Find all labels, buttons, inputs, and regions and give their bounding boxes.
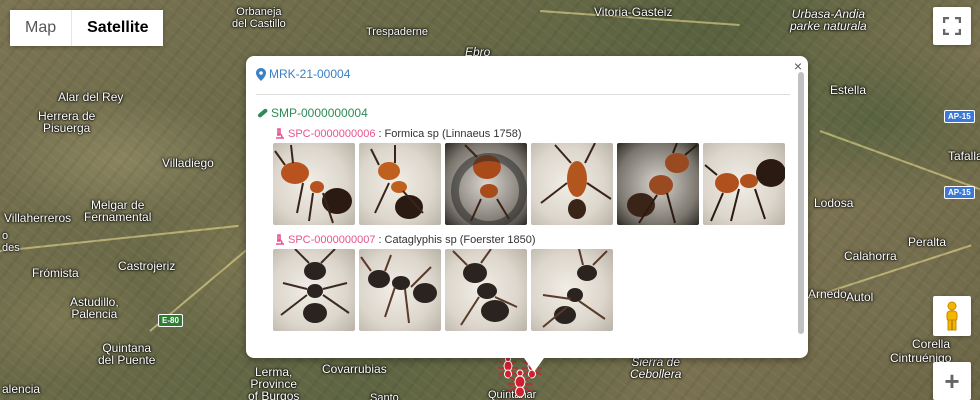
place-label: Astudillo, Palencia	[70, 295, 119, 321]
place-label: Vitoria-Gasteiz	[594, 5, 673, 19]
place-label: Estella	[830, 83, 867, 97]
place-label: Orbaneja del Castillo	[232, 6, 286, 30]
sample-code: SMP-0000000004	[271, 106, 368, 120]
place-label: Trespaderne	[366, 26, 428, 38]
photo-gallery	[273, 143, 794, 225]
specimen-separator: :	[378, 234, 382, 246]
specimen-entry: SPC-0000000007: Cataglyphis sp (Foerster…	[273, 233, 794, 331]
marker-link[interactable]: MRK-21-00004	[256, 66, 794, 82]
sample-link[interactable]: SMP-0000000004	[256, 105, 794, 121]
microscope-icon	[276, 128, 284, 139]
specimen-code-link[interactable]: SPC-0000000006	[288, 128, 375, 140]
place-label: Peralta	[908, 235, 947, 249]
place-label: Urbasa-Andia parke naturala	[790, 7, 867, 33]
highway-shield: AP-15	[944, 186, 975, 199]
scrollbar[interactable]	[798, 72, 804, 334]
specimen-photo-thumbnail[interactable]	[703, 143, 785, 225]
place-label: Arnedo	[808, 287, 847, 301]
test-tube-icon	[258, 108, 268, 118]
place-label: Lodosa	[814, 196, 854, 210]
place-label: Calahorra	[844, 249, 897, 263]
photo-gallery	[273, 249, 794, 331]
specimen-code-link[interactable]: SPC-0000000007	[288, 234, 375, 246]
place-label: Autol	[846, 290, 874, 304]
specimen-photo-thumbnail[interactable]	[445, 143, 527, 225]
specimen-separator: :	[378, 128, 382, 140]
map-pin-icon	[256, 67, 266, 81]
place-label: Villaherreros	[4, 211, 72, 225]
fullscreen-icon	[943, 17, 961, 35]
place-label: Santo	[370, 392, 399, 400]
place-label: Quintana del Puente	[98, 341, 156, 367]
specimen-photo-thumbnail[interactable]	[445, 249, 527, 331]
info-window: × MRK-21-00004 SMP-0000000004 SPC-000000…	[246, 56, 808, 372]
zoom-in-button[interactable]: +	[933, 362, 971, 400]
highway-shield: E-80	[158, 314, 183, 327]
microscope-icon	[276, 234, 284, 245]
place-label: Corella	[912, 337, 951, 351]
place-label: Melgar de Fernamental	[84, 198, 152, 224]
specimen-photo-thumbnail[interactable]	[273, 143, 355, 225]
specimen-photo-thumbnail[interactable]	[617, 143, 699, 225]
place-label: Covarrubias	[322, 362, 387, 376]
place-label: Villadiego	[162, 156, 214, 170]
place-label: o des	[2, 230, 20, 254]
map-type-control: Map Satellite	[10, 10, 164, 46]
specimen-photo-thumbnail[interactable]	[359, 249, 441, 331]
specimen-photo-thumbnail[interactable]	[273, 249, 355, 331]
place-label: Frómista	[32, 266, 79, 280]
specimen-taxon: Formica sp (Linnaeus 1758)	[384, 128, 522, 140]
map-type-satellite-button[interactable]: Satellite	[72, 10, 164, 46]
map-type-map-button[interactable]: Map	[10, 10, 73, 46]
specimen-photo-thumbnail[interactable]	[531, 249, 613, 331]
street-view-button[interactable]	[933, 296, 971, 336]
divider	[256, 94, 790, 95]
highway-shield: AP-15	[944, 110, 975, 123]
specimen-entry: SPC-0000000006: Formica sp (Linnaeus 175…	[273, 127, 794, 225]
place-label: Lerma, Province of Burgos	[248, 365, 300, 400]
place-label: Sierra de Cebollera	[630, 355, 682, 381]
place-label: Tafalla	[948, 149, 980, 163]
place-label: Herrera de Pisuerga	[38, 109, 96, 135]
place-label: Alar del Rey	[58, 90, 124, 104]
marker-code: MRK-21-00004	[269, 67, 351, 81]
place-label: alencia	[2, 382, 41, 396]
pegman-icon	[946, 301, 958, 331]
info-window-content: MRK-21-00004 SMP-0000000004 SPC-00000000…	[256, 66, 794, 350]
specimen-taxon: Cataglyphis sp (Foerster 1850)	[384, 234, 536, 246]
specimen-photo-thumbnail[interactable]	[359, 143, 441, 225]
fullscreen-button[interactable]	[933, 7, 971, 45]
place-label: Castrojeriz	[118, 259, 176, 273]
specimen-photo-thumbnail[interactable]	[531, 143, 613, 225]
